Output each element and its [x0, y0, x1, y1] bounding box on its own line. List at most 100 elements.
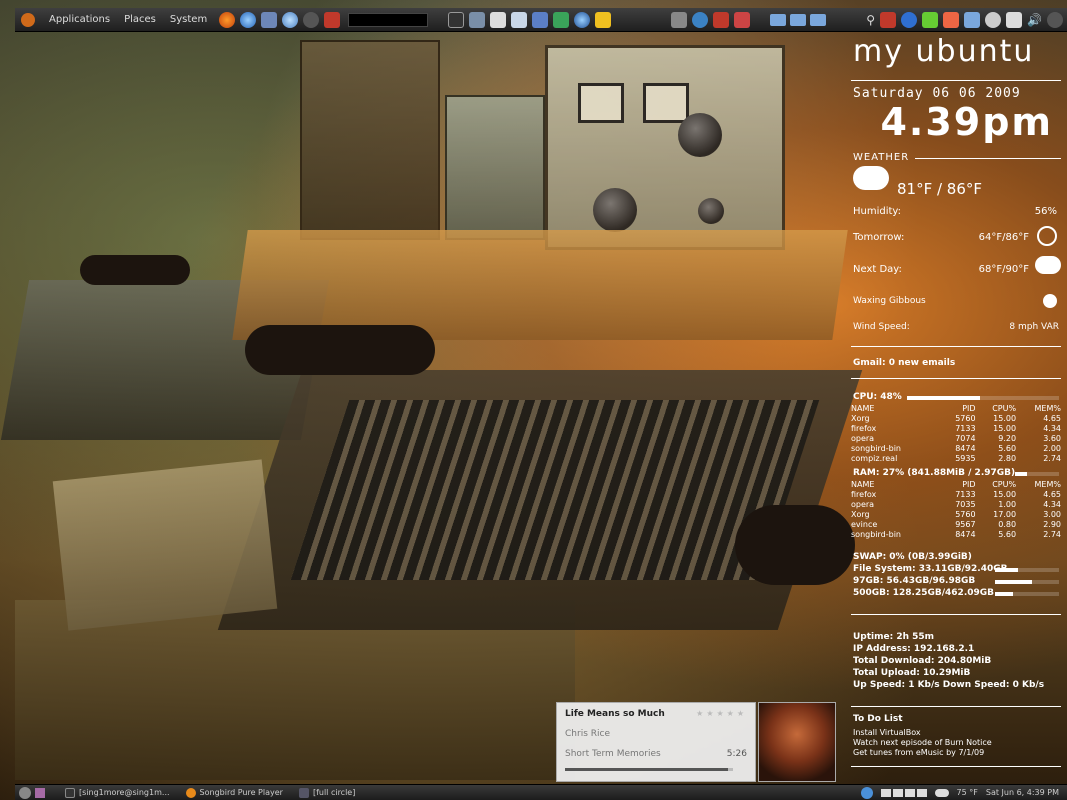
- sun-icon: [1037, 226, 1057, 246]
- taskbar-item-fullcircle[interactable]: [full circle]: [293, 787, 361, 798]
- launcher-icons: [219, 11, 341, 28]
- taskbar-item-songbird[interactable]: Songbird Pure Player: [180, 787, 289, 798]
- ubuntu-logo-icon[interactable]: [21, 12, 35, 27]
- table-cell: songbird-bin: [851, 444, 901, 453]
- table-cell: Xorg: [851, 510, 870, 519]
- table-row: opera 7035 1.00 4.34: [851, 500, 1061, 510]
- total-download: Total Download: 204.80MiB: [853, 656, 992, 666]
- table-cell: firefox: [851, 490, 877, 499]
- wallpaper-paper: [52, 459, 278, 631]
- menu-applications[interactable]: Applications: [49, 14, 110, 25]
- cpu-process-table: NAME PID CPU% MEM% Xorg 5760 15.00 4.65 firefox 7…: [851, 404, 1061, 464]
- messenger-icon[interactable]: [282, 11, 299, 28]
- table-cell: 2.00: [1043, 444, 1061, 453]
- workspace-3[interactable]: [904, 788, 915, 797]
- browser-icon[interactable]: [240, 11, 257, 28]
- wallpaper-handset: [80, 255, 190, 285]
- tray-app-icon[interactable]: [943, 11, 960, 28]
- system-tray: ⚲ 🔊: [866, 11, 1067, 28]
- divider: [851, 346, 1061, 347]
- rating-stars[interactable]: ★★★★★: [696, 709, 747, 718]
- workspace-switcher[interactable]: [880, 788, 927, 797]
- menu-places[interactable]: Places: [124, 14, 156, 25]
- workspace-1[interactable]: [880, 788, 891, 797]
- track-title: Life Means so Much: [565, 709, 665, 719]
- workspace-2[interactable]: [892, 788, 903, 797]
- table-cell: 5935: [955, 454, 976, 463]
- tray-package-icon[interactable]: [880, 11, 897, 28]
- workspace-4[interactable]: [916, 788, 927, 797]
- tray-app-icon[interactable]: [922, 11, 939, 28]
- tray-status-icon[interactable]: [985, 11, 1002, 28]
- table-cell: 15.00: [993, 414, 1017, 423]
- notes-icon[interactable]: [595, 11, 612, 28]
- search-icon[interactable]: ⚲: [866, 13, 875, 27]
- power-icon[interactable]: [1047, 11, 1063, 28]
- writer-icon[interactable]: [532, 11, 549, 28]
- table-row: Xorg 5760 17.00 3.00: [851, 510, 1061, 520]
- conky-date: Saturday 06 06 2009: [853, 86, 1021, 101]
- update-icon[interactable]: [692, 11, 709, 28]
- wind-label: Wind Speed:: [853, 322, 910, 332]
- humidity-label: Humidity:: [853, 206, 901, 217]
- trash-icon[interactable]: [35, 787, 45, 798]
- terminal-icon[interactable]: [448, 11, 465, 28]
- table-cell: Xorg: [851, 414, 870, 423]
- track-progress[interactable]: [565, 768, 733, 771]
- file-manager-icon[interactable]: [261, 11, 278, 28]
- panel-clock[interactable]: Sat Jun 6, 4:39 PM: [986, 788, 1059, 797]
- package-icon[interactable]: [713, 11, 730, 28]
- folder-icon[interactable]: [770, 13, 787, 26]
- tray-network-icon[interactable]: [901, 11, 918, 28]
- menu-system[interactable]: System: [170, 14, 207, 25]
- table-cell: 2.90: [1043, 520, 1061, 529]
- globe-icon[interactable]: [574, 11, 591, 28]
- table-cell: 2.74: [1043, 454, 1061, 463]
- nextday-label: Next Day:: [853, 264, 902, 275]
- top-panel: Applications Places System ⚲ 🔊: [15, 8, 1067, 32]
- screenshot-icon[interactable]: [671, 11, 688, 28]
- command-box[interactable]: [348, 12, 429, 27]
- table-cell: 8474: [955, 530, 976, 539]
- taskbar-item-terminal[interactable]: [sing1more@sing1m...: [59, 787, 176, 798]
- spreadsheet-icon[interactable]: [553, 11, 570, 28]
- table-row: songbird-bin 8474 5.60 2.74: [851, 530, 1061, 540]
- conky-brand: my ubuntu: [853, 34, 1035, 69]
- tools-icon[interactable]: [734, 11, 751, 28]
- folder-icon[interactable]: [810, 13, 827, 26]
- weather-icon[interactable]: [934, 788, 949, 797]
- text-editor-icon[interactable]: [490, 11, 507, 28]
- document-icon[interactable]: [511, 11, 528, 28]
- folder-icon[interactable]: [790, 13, 807, 26]
- wallpaper-knob: [593, 188, 637, 232]
- weather-temp[interactable]: 75 °F: [957, 788, 978, 797]
- swap-label: SWAP: 0% (0B/3.99GiB): [853, 552, 972, 562]
- table-cell: NAME: [851, 480, 875, 489]
- show-desktop-icon[interactable]: [19, 786, 31, 799]
- network-globe-icon[interactable]: [860, 786, 873, 799]
- track-duration: 5:26: [726, 749, 747, 759]
- settings-gear-icon[interactable]: [303, 11, 320, 28]
- table-cell: 9567: [955, 520, 976, 529]
- table-cell: compiz.real: [851, 454, 898, 463]
- pdf-reader-icon[interactable]: [324, 11, 341, 28]
- table-header: NAME PID CPU% MEM%: [851, 404, 1061, 414]
- table-row: Xorg 5760 15.00 4.65: [851, 414, 1061, 424]
- volume-icon[interactable]: 🔊: [1027, 13, 1042, 27]
- table-cell: CPU%: [992, 480, 1017, 489]
- filesystem-label: File System: 33.11GB/92.40GB: [853, 564, 1008, 574]
- monitor-icon[interactable]: [469, 11, 486, 28]
- album-cover: [758, 702, 836, 782]
- drive500-bar: [995, 592, 1059, 596]
- rain-cloud-icon: [1035, 256, 1061, 274]
- tomorrow-value: 64°F/86°F: [978, 232, 1029, 243]
- tray-display-icon[interactable]: [964, 11, 981, 28]
- wallpaper-amplifier: [545, 45, 785, 250]
- memory-process-table: NAME PID CPU% MEM% firefox 7133 15.00 4.65 opera…: [851, 480, 1061, 540]
- moon-icon: [1043, 294, 1057, 308]
- music-player[interactable]: Life Means so Much ★★★★★ Chris Rice Shor…: [556, 702, 756, 782]
- wallpaper-patch-rack: [300, 40, 440, 240]
- tray-battery-icon[interactable]: [1006, 11, 1023, 28]
- conky-time: 4.39pm: [880, 100, 1053, 144]
- firefox-icon[interactable]: [219, 11, 236, 28]
